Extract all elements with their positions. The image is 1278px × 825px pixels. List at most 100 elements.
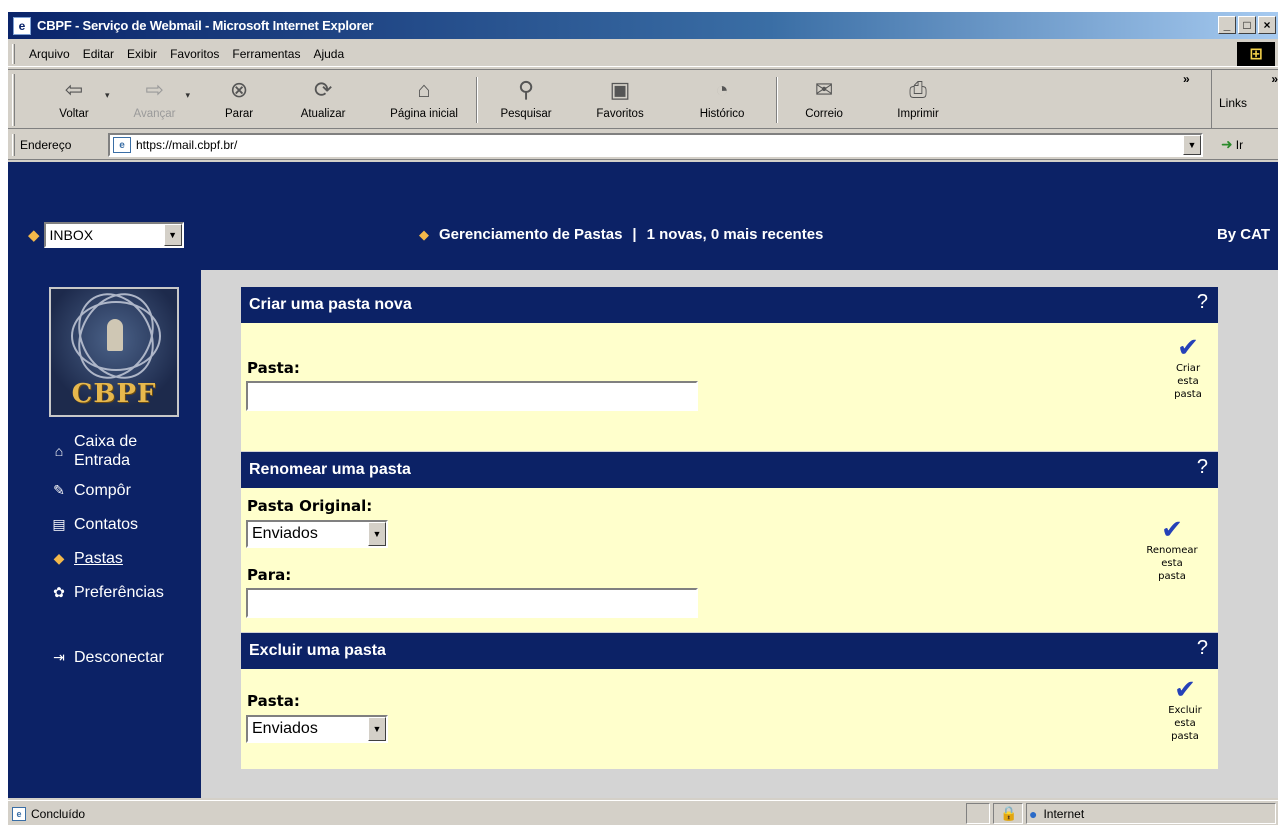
mail-button[interactable]: ✉ Correio bbox=[784, 70, 864, 128]
forward-arrow-icon: ⇨ bbox=[145, 77, 164, 102]
history-button[interactable]: ◔ Histórico bbox=[682, 70, 762, 128]
nav-folders[interactable]: ◆ Pastas bbox=[50, 549, 123, 568]
menu-arquivo[interactable]: Arquivo bbox=[29, 47, 70, 61]
window-controls: _ □ × bbox=[1218, 16, 1276, 34]
stop-icon: ⊗ bbox=[229, 77, 249, 102]
rename-to-label: Para: bbox=[247, 566, 292, 584]
search-button[interactable]: ⚲ Pesquisar bbox=[486, 70, 566, 128]
address-book-icon: ▤ bbox=[52, 516, 66, 532]
folder-jump: ◆ INBOX ▼ bbox=[28, 222, 184, 248]
refresh-button[interactable]: ⟳ Atualizar bbox=[288, 70, 358, 128]
standard-toolbar: ⇦ Voltar ▾ ⇨ Avançar ▾ ⊗ Parar ⟳ Atualiz… bbox=[8, 69, 1278, 129]
home-button[interactable]: ⌂ Página inicial bbox=[372, 70, 476, 128]
checkmark-icon: ✔ bbox=[1177, 333, 1199, 363]
address-dropdown-button[interactable]: ▼ bbox=[1183, 135, 1201, 155]
page-icon: e bbox=[113, 137, 131, 153]
original-folder-dropdown[interactable]: ▼ bbox=[368, 522, 386, 546]
create-help-button[interactable]: ? bbox=[1197, 291, 1208, 314]
cbpf-logo: CBPF bbox=[49, 287, 179, 417]
menu-exibir[interactable]: Exibir bbox=[127, 47, 157, 61]
back-dropdown-arrow[interactable]: ▾ bbox=[105, 90, 110, 101]
address-label: Endereço bbox=[20, 137, 72, 152]
toolbar-chevron[interactable]: » bbox=[1183, 72, 1190, 86]
title-bar: e CBPF - Serviço de Webmail - Microsoft … bbox=[8, 12, 1278, 39]
history-icon: ◔ bbox=[715, 77, 729, 102]
print-button[interactable]: ⎙ Imprimir bbox=[878, 70, 958, 128]
preferences-icon: ✿ bbox=[53, 584, 65, 600]
window-title: CBPF - Serviço de Webmail - Microsoft In… bbox=[37, 18, 374, 33]
stop-button[interactable]: ⊗ Parar bbox=[210, 70, 268, 128]
toolbar-grip bbox=[12, 74, 15, 126]
menu-grip bbox=[12, 43, 15, 64]
status-text-cell: e Concluído bbox=[8, 803, 963, 824]
nav-logout[interactable]: ⇥ Desconectar bbox=[50, 648, 164, 667]
ie-app-icon: e bbox=[13, 16, 31, 35]
original-folder-label: Pasta Original: bbox=[247, 497, 373, 515]
links-bar[interactable]: Links bbox=[1211, 70, 1247, 128]
lock-icon: 🔒 bbox=[1000, 805, 1018, 821]
address-url: https://mail.cbpf.br/ bbox=[136, 138, 238, 152]
back-arrow-icon: ⇦ bbox=[64, 77, 84, 102]
original-folder-select[interactable]: Enviados ▼ bbox=[246, 520, 388, 548]
header-separator: | bbox=[632, 226, 637, 243]
page-header: ◆ Gerenciamento de Pastas | 1 novas, 0 m… bbox=[419, 226, 823, 243]
delete-folder-header: Excluir uma pasta ? bbox=[241, 633, 1218, 669]
status-bar: e Concluído 🔒 ● Internet bbox=[8, 800, 1278, 825]
menu-editar[interactable]: Editar bbox=[83, 47, 114, 61]
globe-icon: ● bbox=[1029, 805, 1038, 822]
create-folder-header: Criar uma pasta nova ? bbox=[241, 287, 1218, 323]
address-grip bbox=[12, 133, 15, 156]
menu-favoritos[interactable]: Favoritos bbox=[170, 47, 219, 61]
maximize-button[interactable]: □ bbox=[1238, 16, 1256, 34]
nav-compose[interactable]: ✎ Compôr bbox=[50, 481, 131, 500]
status-cell-empty bbox=[966, 803, 990, 824]
toolbar-separator bbox=[476, 77, 479, 123]
search-icon: ⚲ bbox=[518, 77, 535, 102]
zone-cell: ● Internet bbox=[1026, 803, 1276, 824]
folder-select-dropdown[interactable]: ▼ bbox=[163, 224, 182, 246]
nav-contacts[interactable]: ▤ Contatos bbox=[50, 515, 138, 534]
back-button[interactable]: ⇦ Voltar bbox=[45, 70, 103, 128]
menu-ferramentas[interactable]: Ferramentas bbox=[232, 47, 300, 61]
delete-folder-select[interactable]: Enviados ▼ bbox=[246, 715, 388, 743]
nav-preferences[interactable]: ✿ Preferências bbox=[50, 583, 164, 602]
logout-icon: ⇥ bbox=[53, 649, 65, 665]
create-folder-input[interactable] bbox=[246, 381, 698, 411]
favorites-button[interactable]: ▣ Favoritos bbox=[580, 70, 660, 128]
address-bar: Endereço e https://mail.cbpf.br/ ▼ ➜ Ir bbox=[8, 130, 1278, 160]
delete-help-button[interactable]: ? bbox=[1197, 637, 1208, 660]
go-arrow-icon: ➜ bbox=[1221, 136, 1233, 152]
printer-icon: ⎙ bbox=[909, 77, 927, 102]
delete-folder-dropdown[interactable]: ▼ bbox=[368, 717, 386, 741]
forward-dropdown-arrow[interactable]: ▾ bbox=[186, 90, 191, 101]
nav-inbox[interactable]: ⌂ Caixa de Entrada bbox=[50, 432, 184, 470]
rename-to-input[interactable] bbox=[246, 588, 698, 618]
forward-button[interactable]: ⇨ Avançar bbox=[126, 70, 184, 128]
create-folder-title: Criar uma pasta nova bbox=[249, 296, 412, 313]
menu-bar: Arquivo Editar Exibir Favoritos Ferramen… bbox=[8, 41, 1278, 67]
address-input[interactable]: e https://mail.cbpf.br/ ▼ bbox=[108, 133, 1203, 157]
create-folder-label: Pasta: bbox=[247, 359, 300, 377]
delete-folder-button[interactable]: ✔ Excluir esta pasta bbox=[1153, 676, 1217, 743]
menu-ajuda[interactable]: Ajuda bbox=[313, 47, 344, 61]
folder-icon: ◆ bbox=[53, 550, 65, 566]
toolbar-separator-2 bbox=[776, 77, 779, 123]
by-cat-label: By CAT bbox=[1216, 226, 1270, 243]
minimize-button[interactable]: _ bbox=[1218, 16, 1236, 34]
create-folder-button[interactable]: ✔ Criar esta pasta bbox=[1160, 334, 1216, 401]
links-chevron[interactable]: » bbox=[1271, 72, 1278, 86]
delete-folder-title: Excluir uma pasta bbox=[249, 642, 386, 659]
home-icon: ⌂ bbox=[417, 77, 431, 102]
folder-management-icon: ◆ bbox=[419, 226, 429, 242]
rename-folder-header: Renomear uma pasta ? bbox=[241, 452, 1218, 488]
close-button[interactable]: × bbox=[1258, 16, 1276, 34]
zone-text: Internet bbox=[1043, 806, 1085, 821]
rename-folder-button[interactable]: ✔ Renomear esta pasta bbox=[1126, 516, 1218, 583]
rename-help-button[interactable]: ? bbox=[1197, 456, 1208, 479]
go-button[interactable]: ➜ Ir bbox=[1221, 136, 1243, 153]
delete-folder-label: Pasta: bbox=[247, 692, 300, 710]
folder-icon: ◆ bbox=[28, 227, 40, 244]
status-text: Concluído bbox=[31, 806, 86, 821]
folder-select[interactable]: INBOX ▼ bbox=[43, 222, 184, 248]
compose-icon: ✎ bbox=[53, 482, 65, 498]
